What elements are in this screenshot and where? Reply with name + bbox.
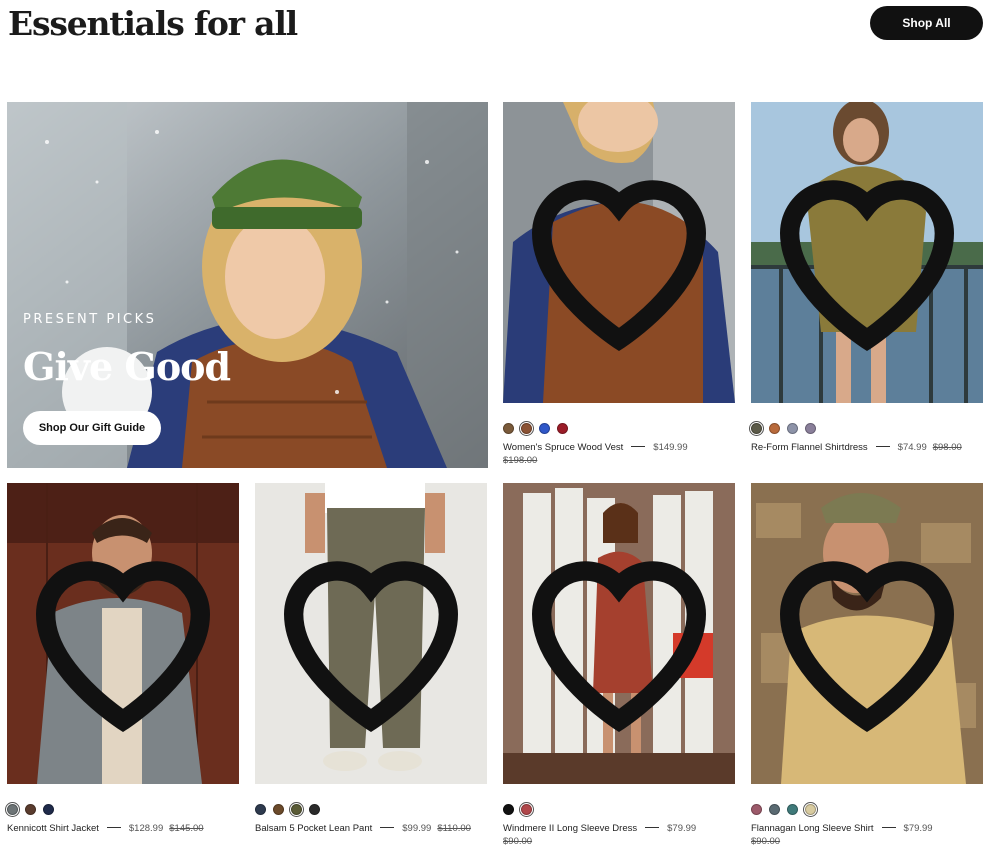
original-price: $198.00 [503,455,538,466]
original-price: $145.00 [169,823,204,834]
color-swatch[interactable] [255,804,266,815]
price-separator [631,445,646,447]
product-name[interactable]: Windmere II Long Sleeve Dress [503,823,637,834]
color-swatch[interactable] [503,423,514,434]
color-swatch[interactable] [557,423,568,434]
product-card[interactable]: Balsam 5 Pocket Lean Pant $99.99 $110.00 [255,483,487,834]
original-price: $90.00 [503,836,533,847]
product-card[interactable]: Women's Spruce Wood Vest $149.99 $198.00 [503,102,735,466]
color-swatch[interactable] [25,804,36,815]
original-price: $110.00 [437,823,471,834]
product-info: Kennicott Shirt Jacket $128.99 $145.00 [7,822,239,835]
color-swatch[interactable] [751,804,762,815]
product-info: Balsam 5 Pocket Lean Pant $99.99 $110.00 [255,822,487,835]
color-swatch[interactable] [805,423,816,434]
product-name[interactable]: Balsam 5 Pocket Lean Pant [255,823,372,834]
color-swatch[interactable] [309,804,320,815]
product-image[interactable] [255,483,487,784]
wishlist-heart-icon[interactable] [751,483,983,784]
product-price: $149.99 [653,442,688,453]
color-swatch[interactable] [503,804,514,815]
product-card[interactable]: Flannagan Long Sleeve Shirt $79.99 $90.00 [751,483,983,847]
color-swatch[interactable] [769,804,780,815]
color-swatches [503,804,532,815]
shop-gift-guide-button[interactable]: Shop Our Gift Guide [23,411,161,445]
color-swatch[interactable] [787,423,798,434]
product-price: $74.99 [897,442,927,453]
product-card[interactable]: Kennicott Shirt Jacket $128.99 $145.00 [7,483,239,834]
product-name[interactable]: Re-Form Flannel Shirtdress [751,442,868,453]
color-swatch[interactable] [787,804,798,815]
price-separator [106,826,121,828]
color-swatch[interactable] [43,804,54,815]
price-separator [645,826,660,828]
color-swatches [255,804,320,815]
hero-title: Give Good [23,344,231,389]
product-price: $99.99 [402,823,432,834]
wishlist-heart-icon[interactable] [255,483,487,784]
product-name[interactable]: Flannagan Long Sleeve Shirt [751,823,874,834]
wishlist-heart-icon[interactable] [751,102,983,403]
product-info: Flannagan Long Sleeve Shirt $79.99 $90.00 [751,822,983,848]
product-name[interactable]: Women's Spruce Wood Vest [503,442,623,453]
color-swatches [751,804,816,815]
wishlist-heart-icon[interactable] [7,483,239,784]
price-separator [881,826,896,828]
wishlist-heart-icon[interactable] [503,102,735,403]
hero-eyebrow: PRESENT PICKS [23,312,157,327]
product-price: $79.99 [903,823,933,834]
product-card[interactable]: Windmere II Long Sleeve Dress $79.99 $90.0… [503,483,735,847]
product-price: $79.99 [667,823,697,834]
color-swatch[interactable] [7,804,18,815]
color-swatch[interactable] [291,804,302,815]
color-swatch[interactable] [751,423,762,434]
shop-all-button[interactable]: Shop All [870,6,983,40]
hero-banner[interactable]: PRESENT PICKS Give Good Shop Our Gift Gu… [7,102,488,468]
color-swatch[interactable] [769,423,780,434]
product-image[interactable] [7,483,239,784]
page-title: Essentials for all [8,4,298,43]
color-swatch[interactable] [521,804,532,815]
product-image[interactable] [503,483,735,784]
color-swatch[interactable] [273,804,284,815]
wishlist-heart-icon[interactable] [503,483,735,784]
product-image[interactable] [751,483,983,784]
product-info: Women's Spruce Wood Vest $149.99 $198.00 [503,441,735,467]
color-swatch[interactable] [539,423,550,434]
product-image[interactable] [751,102,983,403]
original-price: $98.00 [932,442,962,453]
product-name[interactable]: Kennicott Shirt Jacket [7,823,99,834]
original-price: $90.00 [751,836,781,847]
product-image[interactable] [503,102,735,403]
color-swatch[interactable] [805,804,816,815]
color-swatches [751,423,816,434]
price-separator [380,826,395,828]
product-info: Windmere II Long Sleeve Dress $79.99 $90.0… [503,822,735,848]
color-swatches [503,423,568,434]
product-card[interactable]: Re-Form Flannel Shirtdress $74.99 $98.00 [751,102,983,453]
product-price: $128.99 [128,823,164,834]
color-swatches [7,804,54,815]
color-swatch[interactable] [521,423,532,434]
price-separator [875,445,890,447]
product-info: Re-Form Flannel Shirtdress $74.99 $98.00 [751,441,983,454]
